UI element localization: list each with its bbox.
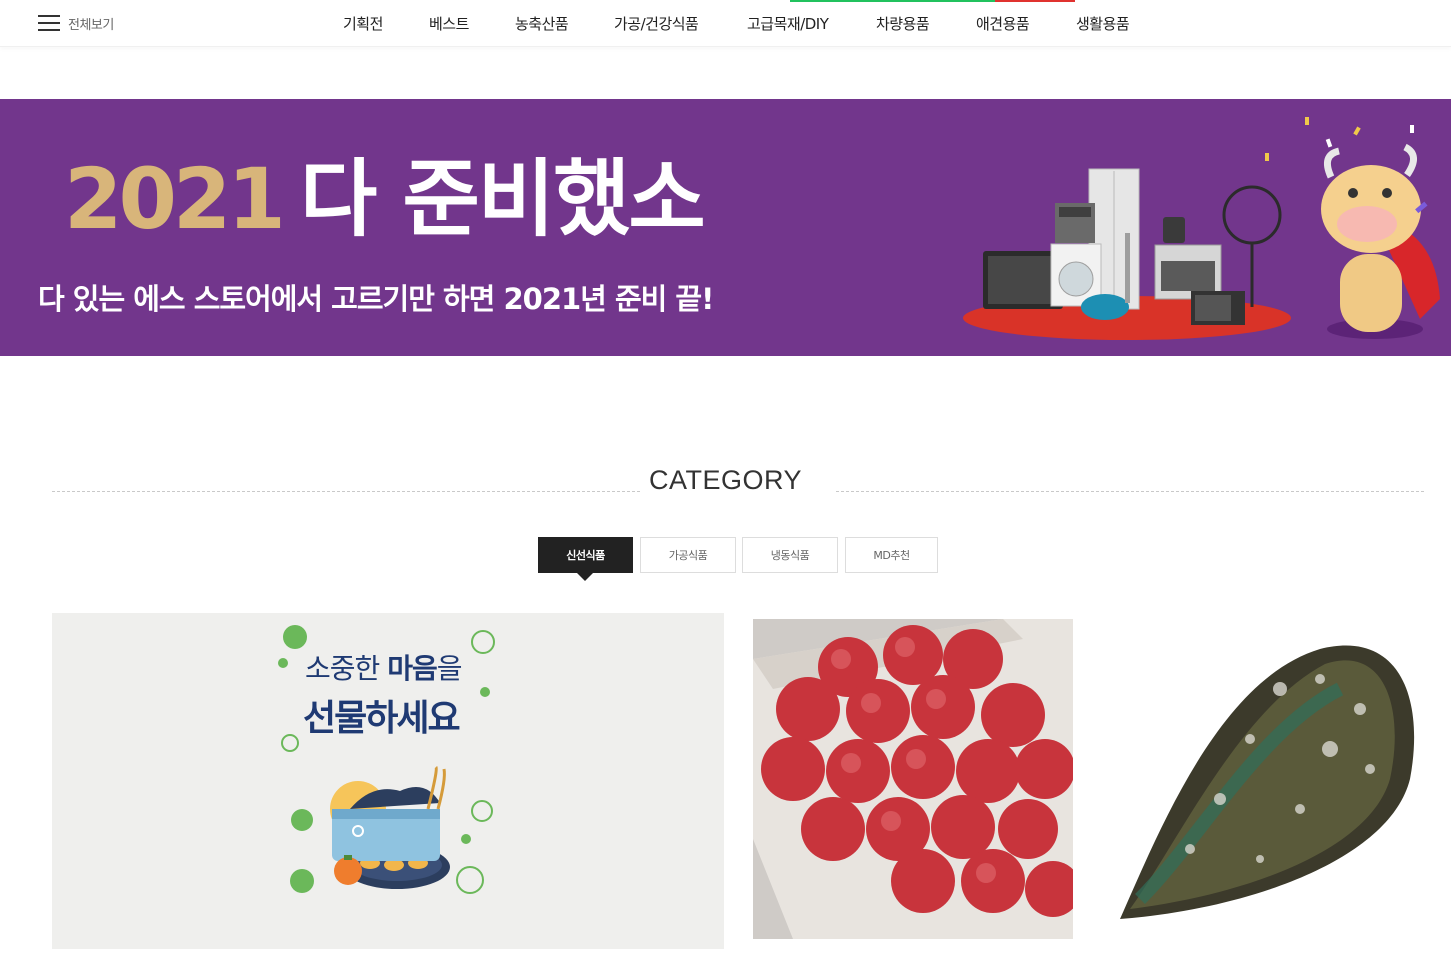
nav-accent-green [790, 0, 995, 2]
menu-item-best[interactable]: 베스트 [429, 13, 469, 34]
menu-item-car-goods[interactable]: 차량용품 [876, 13, 930, 34]
menu-item-processed-health[interactable]: 가공/건강식품 [614, 13, 699, 34]
category-heading: CATEGORY [648, 465, 803, 495]
promo-line-1-bold: 마음 [387, 652, 438, 685]
banner-year: 2021 [64, 150, 286, 248]
promo-line-2: 선물하세요 [303, 698, 461, 739]
gift-promo-card[interactable]: 소중한 마음을 선물하세요 [52, 613, 724, 949]
mussel-photo [1102, 619, 1430, 939]
banner-appliances-illustration [963, 117, 1440, 340]
banner-subtitle: 다 있는 에스 스토어에서 고르기만 하면 2021년 준비 끝! [38, 282, 714, 316]
banner-headline: 다 준비했소 [300, 150, 706, 248]
nav-accent-red [995, 0, 1075, 2]
apple-box-photo [753, 619, 1073, 939]
product-image-apples[interactable] [753, 619, 1073, 939]
promo-line-1-prefix: 소중한 [305, 652, 388, 685]
product-image-mussel[interactable] [1100, 619, 1430, 939]
menu-item-exhibition[interactable]: 기획전 [343, 13, 383, 34]
tab-processed-food[interactable]: 가공식품 [640, 537, 736, 573]
category-tabs: 신선식품 가공식품 냉동식품 MD추천 [0, 537, 1451, 573]
menu-item-pet-goods[interactable]: 애견용품 [976, 13, 1030, 34]
nav-accent-strip [790, 0, 1075, 2]
top-navigation-bar: 전체보기 기획전 베스트 농축산품 가공/건강식품 고급목재/DIY 차량용품 … [0, 0, 1451, 47]
menu-item-agricultural[interactable]: 농축산품 [515, 13, 569, 34]
tab-fresh-food[interactable]: 신선식품 [538, 537, 633, 573]
menu-item-living-goods[interactable]: 생활용품 [1076, 13, 1130, 34]
menu-item-wood-diy[interactable]: 고급목재/DIY [747, 13, 829, 34]
promo-line-1-suffix: 을 [436, 652, 463, 685]
tab-md-pick[interactable]: MD추천 [845, 537, 938, 573]
tab-frozen-food[interactable]: 냉동식품 [742, 537, 838, 573]
active-tab-pointer [577, 573, 593, 581]
main-banner[interactable]: 2021 다 준비했소 다 있는 에스 스토어에서 고르기만 하면 2021년 … [0, 99, 1451, 356]
promo-line-1: 소중한 마음을 [305, 647, 463, 687]
main-menu: 기획전 베스트 농축산품 가공/건강식품 고급목재/DIY 차량용품 애견용품 … [0, 13, 1451, 33]
